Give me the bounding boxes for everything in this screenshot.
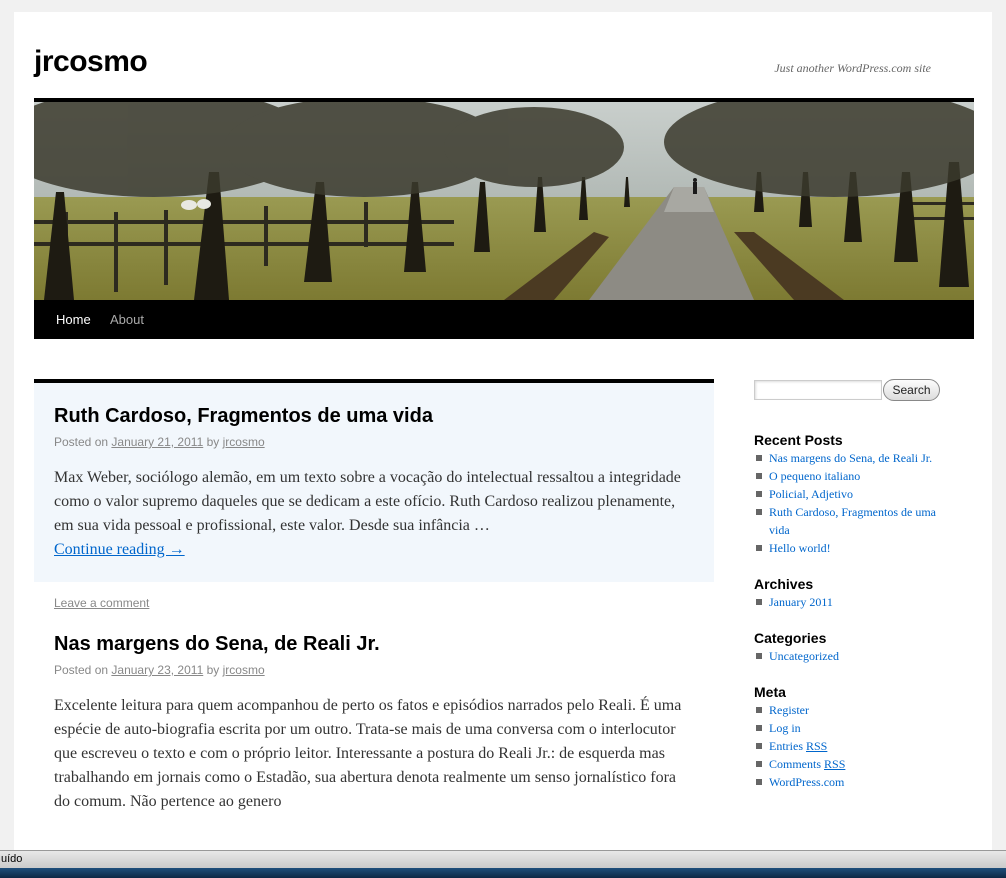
post-summary: Excelente leitura para quem acompanhou d… xyxy=(54,694,694,814)
post-utility: Leave a comment xyxy=(54,596,149,610)
widget-title: Meta xyxy=(754,684,786,700)
archives-widget: Archives January 2011 xyxy=(754,575,974,611)
categories-widget: Categories Uncategorized xyxy=(754,629,974,665)
meta-link-label: Comments xyxy=(769,757,822,771)
post-title[interactable]: Nas margens do Sena, de Reali Jr. xyxy=(54,631,694,657)
rss-abbr: RSS xyxy=(824,757,846,771)
recent-post-link[interactable]: Hello world! xyxy=(754,539,974,557)
site-title[interactable]: jrcosmo xyxy=(34,45,148,79)
nav-item-home[interactable]: Home xyxy=(56,312,91,327)
main-navigation: Home About xyxy=(34,300,974,339)
post-date-link[interactable]: January 23, 2011 xyxy=(111,663,203,677)
recent-post-link[interactable]: O pequeno italiano xyxy=(754,467,974,485)
posted-on-label: Posted on xyxy=(54,435,109,449)
meta-link-comments-rss[interactable]: Comments RSS xyxy=(754,755,974,773)
posted-on-label: Posted on xyxy=(54,663,109,677)
recent-post-link[interactable]: Policial, Adjetivo xyxy=(754,485,974,503)
content-area: Ruth Cardoso, Fragmentos de uma vida Pos… xyxy=(34,379,714,832)
by-label: by xyxy=(206,663,220,677)
leave-comment-link[interactable]: Leave a comment xyxy=(54,596,149,610)
post-author-link[interactable]: jrcosmo xyxy=(223,435,265,449)
meta-link-entries-rss[interactable]: Entries RSS xyxy=(754,737,974,755)
post-summary: Max Weber, sociólogo alemão, em um texto… xyxy=(54,466,694,562)
meta-link-wordpress[interactable]: WordPress.com xyxy=(754,773,974,791)
status-text: uído xyxy=(1,853,23,865)
search-input[interactable] xyxy=(754,380,882,400)
tree-lined-path-photo-icon xyxy=(34,102,974,300)
meta-widget: Meta Register Log in Entries RSS Comment… xyxy=(754,683,974,791)
meta-link-label: Entries xyxy=(769,739,803,753)
post-summary-text: Excelente leitura para quem acompanhou d… xyxy=(54,697,682,810)
post-meta: Posted on January 21, 2011 by jrcosmo xyxy=(54,433,694,451)
page-wrapper: jrcosmo Just another WordPress.com site xyxy=(14,12,992,850)
category-link[interactable]: Uncategorized xyxy=(754,647,974,665)
browser-status-bar: uído xyxy=(0,850,1006,869)
recent-post-link[interactable]: Nas margens do Sena, de Reali Jr. xyxy=(754,449,974,467)
widget-title: Archives xyxy=(754,576,814,592)
recent-posts-widget: Recent Posts Nas margens do Sena, de Rea… xyxy=(754,431,974,557)
post-title[interactable]: Ruth Cardoso, Fragmentos de uma vida xyxy=(54,403,694,429)
recent-post-link[interactable]: Ruth Cardoso, Fragmentos de uma vida xyxy=(754,503,949,539)
post-summary-text: Max Weber, sociólogo alemão, em um texto… xyxy=(54,469,681,534)
post-article: Ruth Cardoso, Fragmentos de uma vida Pos… xyxy=(34,379,714,610)
post-article: Nas margens do Sena, de Reali Jr. Posted… xyxy=(34,611,714,832)
header-image xyxy=(34,98,974,304)
by-label: by xyxy=(206,435,220,449)
widget-title: Categories xyxy=(754,630,827,646)
post-author-link[interactable]: jrcosmo xyxy=(223,663,265,677)
desktop-dock xyxy=(0,868,1006,878)
archive-link[interactable]: January 2011 xyxy=(754,593,974,611)
nav-item-about[interactable]: About xyxy=(110,312,144,327)
continue-reading-link[interactable]: Continue reading → xyxy=(54,541,185,558)
site-description: Just another WordPress.com site xyxy=(774,61,931,75)
search-button[interactable]: Search xyxy=(883,379,940,401)
post-meta: Posted on January 23, 2011 by jrcosmo xyxy=(54,661,694,679)
meta-link-register[interactable]: Register xyxy=(754,701,974,719)
rss-abbr: RSS xyxy=(806,739,828,753)
widget-title: Recent Posts xyxy=(754,432,843,448)
meta-link-login[interactable]: Log in xyxy=(754,719,974,737)
post-date-link[interactable]: January 21, 2011 xyxy=(111,435,203,449)
